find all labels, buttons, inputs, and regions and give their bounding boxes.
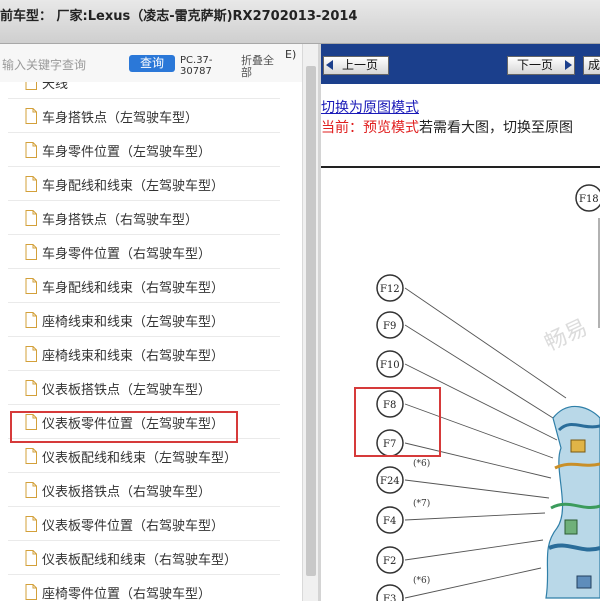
tree-item[interactable]: 车身搭铁点（右驾驶车型）	[8, 201, 280, 235]
callout-f8: F8	[376, 390, 404, 418]
search-input[interactable]	[0, 54, 125, 76]
tree-item[interactable]: 车身零件位置（左驾驶车型）	[8, 133, 280, 167]
file-icon	[25, 482, 37, 498]
file-icon	[25, 142, 37, 158]
document-tree: 天线 车身搭铁点（左驾驶车型） 车身零件位置（左驾驶车型） 车身配线和线束（左驾…	[0, 82, 302, 601]
mode-status-line: 当前：预览模式若需看大图，切换至原图	[321, 117, 573, 137]
callout-label: F10	[380, 360, 400, 371]
fold-all-button[interactable]: 折叠全部	[241, 55, 281, 79]
window-title: 前车型： 厂家:Lexus（凌志-雷克萨斯)RX2702013-2014	[0, 9, 358, 24]
file-icon	[25, 108, 37, 124]
truncated-nav-button[interactable]: 成	[583, 56, 600, 75]
tree-item-label: 仪表板配线和线束（右驾驶车型）	[42, 553, 238, 568]
callout-f7: F7	[376, 429, 404, 457]
tree-item-label: 车身搭铁点（右驾驶车型）	[42, 213, 199, 228]
file-icon	[25, 210, 37, 226]
tree-item[interactable]: 车身零件位置（右驾驶车型）	[8, 235, 280, 269]
harness-drawing	[545, 405, 600, 599]
next-page-label: 下一页	[517, 58, 554, 72]
callout-label: F8	[383, 400, 396, 411]
prev-page-button[interactable]: 上一页	[323, 56, 389, 75]
callout-f12: F12	[376, 274, 404, 302]
current-prefix: 当前：	[321, 120, 363, 136]
tree-item-label: 车身零件位置（右驾驶车型）	[42, 247, 212, 262]
tree-item-label: 车身配线和线束（右驾驶车型）	[42, 281, 225, 296]
tree-item[interactable]: 仪表板搭铁点（左驾驶车型）	[8, 371, 280, 405]
callout-f4: F4	[376, 506, 404, 534]
tree-item-label: 车身配线和线束（左驾驶车型）	[42, 179, 225, 194]
file-icon	[25, 176, 37, 192]
preview-mode-label: 预览模式	[363, 120, 419, 136]
note-label: (*6)	[413, 458, 430, 469]
file-icon	[25, 346, 37, 362]
tree-item-label: 仪表板配线和线束（左驾驶车型）	[42, 451, 238, 466]
tree-item-label: 座椅线束和线束（右驾驶车型）	[42, 349, 225, 364]
callout-f18: F18	[575, 184, 600, 212]
truncated-label: E)	[285, 48, 297, 61]
callout-label: F9	[383, 321, 396, 332]
callout-label: F12	[380, 284, 400, 295]
query-button[interactable]: 查询	[129, 55, 175, 72]
file-icon	[25, 448, 37, 464]
callout-label: F18	[579, 194, 599, 205]
arrow-left-icon	[326, 60, 333, 70]
file-icon	[25, 278, 37, 294]
wiring-diagram: 畅易 C9 F18	[354, 184, 600, 601]
callout-f3: F3	[376, 584, 404, 601]
callout-f10: F10	[376, 350, 404, 378]
callout-label: F7	[383, 439, 396, 450]
tree-item[interactable]: 座椅零件位置（右驾驶车型）	[8, 575, 280, 601]
callout-label: F2	[383, 556, 396, 567]
tree-item-label: 车身零件位置（左驾驶车型）	[42, 145, 212, 160]
tree-item[interactable]: 座椅线束和线束（左驾驶车型）	[8, 303, 280, 337]
selection-highlight-box	[10, 411, 238, 443]
file-icon	[25, 312, 37, 328]
viewer-panel: 上一页 下一页 成 切换为原图模式 当前：预览模式若需看大图，切换至原图 畅易 …	[321, 44, 600, 601]
search-bar: 查询 PC.37-30787 折叠全部 E)	[0, 44, 307, 82]
tree-item[interactable]: 天线	[8, 82, 280, 99]
scrollbar-thumb[interactable]	[306, 66, 316, 576]
callout-f24: F24	[376, 466, 404, 494]
tree-item-label: 座椅零件位置（右驾驶车型）	[42, 587, 212, 601]
file-icon	[25, 584, 37, 600]
next-page-button[interactable]: 下一页	[507, 56, 575, 75]
callout-label: F3	[383, 594, 396, 601]
tree-item-label: 车身搭铁点（左驾驶车型）	[42, 111, 199, 126]
file-icon	[25, 550, 37, 566]
tree-scrollbar[interactable]	[302, 44, 318, 601]
file-icon	[25, 244, 37, 260]
switch-original-mode-link[interactable]: 切换为原图模式	[321, 97, 419, 117]
callout-label: F4	[383, 516, 396, 527]
note-label: (*7)	[413, 498, 430, 509]
tree-item-label: 座椅线束和线束（左驾驶车型）	[42, 315, 225, 330]
tree-item[interactable]: 车身配线和线束（右驾驶车型）	[8, 269, 280, 303]
note-label: (*6)	[413, 575, 430, 586]
callout-label: F24	[380, 476, 400, 487]
tree-item-label: 仪表板搭铁点（左驾驶车型）	[42, 383, 212, 398]
tree-item-label: 仪表板零件位置（右驾驶车型）	[42, 519, 225, 534]
arrow-right-icon	[565, 60, 572, 70]
left-panel: 查询 PC.37-30787 折叠全部 E) 天线 车身搭铁点（左驾驶车型） 车…	[0, 44, 307, 601]
tree-item[interactable]: 座椅线束和线束（右驾驶车型）	[8, 337, 280, 371]
callout-f2: F2	[376, 546, 404, 574]
tree-item[interactable]: 仪表板零件位置（右驾驶车型）	[8, 507, 280, 541]
tree-item[interactable]: 车身搭铁点（左驾驶车型）	[8, 99, 280, 133]
tree-item[interactable]: 车身配线和线束（左驾驶车型）	[8, 167, 280, 201]
prev-page-label: 上一页	[342, 58, 379, 72]
watermark-text: 畅易	[541, 315, 591, 356]
tree-item[interactable]: 仪表板配线和线束（左驾驶车型）	[8, 439, 280, 473]
tree-item[interactable]: 仪表板配线和线束（右驾驶车型）	[8, 541, 280, 575]
tree-item-label: 仪表板搭铁点（右驾驶车型）	[42, 485, 212, 500]
window-titlebar: 前车型： 厂家:Lexus（凌志-雷克萨斯)RX2702013-2014	[0, 0, 600, 44]
mode-hint: 若需看大图，切换至原图	[419, 120, 573, 136]
callout-f9: F9	[376, 311, 404, 339]
page-navbar: 上一页 下一页 成	[321, 44, 600, 84]
tree-item[interactable]: 仪表板搭铁点（右驾驶车型）	[8, 473, 280, 507]
file-icon	[25, 380, 37, 396]
file-icon	[25, 516, 37, 532]
tree-item-label: 天线	[42, 82, 69, 92]
file-icon	[25, 82, 37, 90]
document-code: PC.37-30787	[180, 55, 213, 77]
